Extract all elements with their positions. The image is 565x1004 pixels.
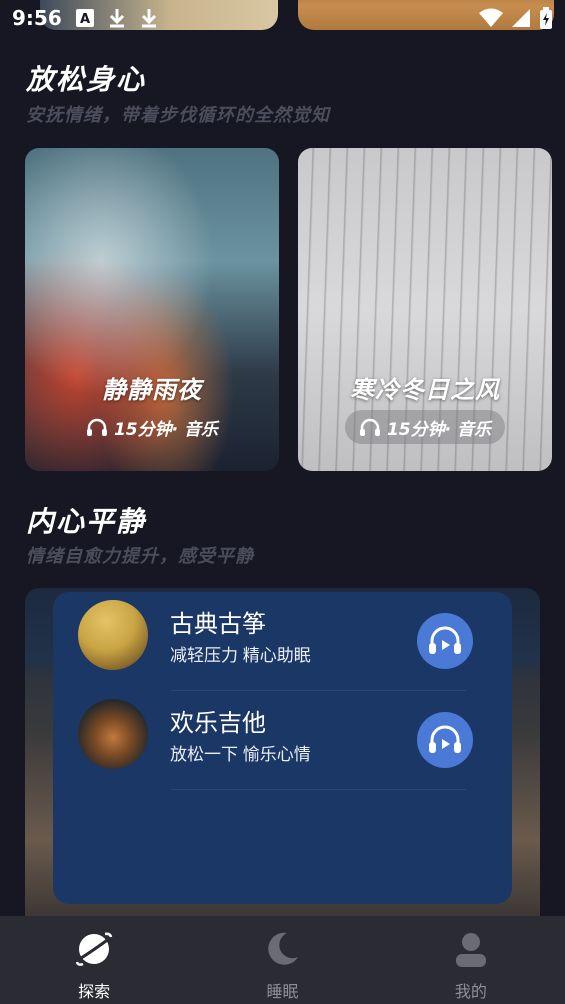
card-rainy-night[interactable]: 静静雨夜 15分钟· 音乐 — [25, 148, 279, 471]
card-title: 寒冷冬日之风 — [350, 376, 500, 404]
divider — [171, 789, 466, 790]
headphone-play-icon — [429, 725, 461, 753]
section-subtitle-calm: 情绪自愈力提升，感受平静 — [26, 546, 254, 567]
headphone-icon — [86, 418, 107, 436]
item-desc: 减轻压力 精心助眠 — [170, 646, 311, 665]
card-duration: 15分钟· 音乐 — [113, 419, 219, 440]
wifi-icon — [479, 8, 503, 27]
status-time: 9:56 — [12, 6, 62, 30]
music-list-popup: 古典古筝 减轻压力 精心助眠 欢乐吉他 放松一下 愉乐心情 — [53, 592, 512, 904]
item-name: 古典古筝 — [170, 611, 266, 638]
section-title-relax: 放松身心 — [26, 63, 147, 96]
play-button[interactable] — [417, 613, 473, 669]
font-icon: A — [75, 9, 94, 27]
play-button[interactable] — [417, 712, 473, 768]
nav-tab-explore[interactable]: 探索 — [0, 916, 188, 1004]
card-winter-wind[interactable]: 寒冷冬日之风 15分钟· 音乐 — [298, 148, 552, 471]
item-name: 欢乐吉他 — [170, 710, 266, 737]
list-item[interactable]: 欢乐吉他 放松一下 愉乐心情 — [53, 691, 512, 790]
nav-label: 睡眠 — [266, 982, 299, 1001]
section-subtitle-relax: 安抚情绪，带着步伐循环的全然觉知 — [26, 105, 330, 126]
card-meta: 15分钟· 音乐 — [344, 410, 506, 444]
headphone-play-icon — [429, 626, 461, 654]
section-title-calm: 内心平静 — [26, 505, 147, 538]
nav-tab-profile[interactable]: 我的 — [377, 916, 565, 1004]
nav-tab-sleep[interactable]: 睡眠 — [188, 916, 376, 1004]
nav-label: 探索 — [78, 982, 111, 1001]
moon-icon — [268, 932, 299, 965]
card-title: 静静雨夜 — [102, 376, 202, 404]
guitar-thumbnail — [78, 699, 148, 769]
guzheng-thumbnail — [78, 600, 148, 670]
user-icon — [455, 933, 486, 967]
planet-icon — [75, 932, 113, 966]
nav-label: 我的 — [454, 982, 487, 1001]
signal-icon — [512, 9, 530, 27]
download-icon — [109, 9, 124, 28]
status-bar: 9:56 A — [0, 0, 565, 36]
download-icon — [141, 9, 156, 28]
headphone-icon — [359, 418, 380, 436]
card-meta: 15分钟· 音乐 — [72, 410, 232, 444]
card-duration: 15分钟· 音乐 — [386, 419, 492, 440]
bottom-navigation: 探索 睡眠 我的 — [0, 916, 565, 1004]
svg-text:A: A — [80, 12, 90, 27]
item-desc: 放松一下 愉乐心情 — [170, 745, 311, 764]
list-item[interactable]: 古典古筝 减轻压力 精心助眠 — [53, 592, 512, 691]
battery-icon — [540, 7, 552, 29]
